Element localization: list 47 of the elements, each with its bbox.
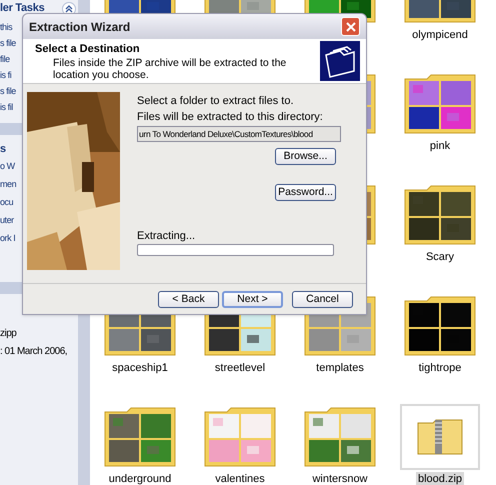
file-label[interactable]: blood.zip bbox=[416, 472, 464, 485]
file-label[interactable]: tightrope bbox=[416, 361, 464, 375]
sidebar-item[interactable]: s file bbox=[0, 38, 16, 49]
sidebar-item: zipp bbox=[0, 328, 16, 339]
file-label[interactable]: olympicend bbox=[410, 28, 470, 42]
folder-icon bbox=[103, 406, 177, 468]
sidebar-item: : 01 March 2006, bbox=[0, 346, 68, 357]
file-label[interactable]: valentines bbox=[213, 472, 267, 485]
file-label[interactable]: Scary bbox=[424, 250, 456, 264]
sidebar-item[interactable]: file bbox=[0, 54, 10, 65]
file-label[interactable]: pink bbox=[428, 139, 452, 153]
field-label: Files will be extracted to this directory: bbox=[137, 111, 324, 124]
file-label[interactable]: spaceship1 bbox=[110, 361, 170, 375]
wizard-subtitle: Files inside the ZIP archive will be extracted to the location you choose. bbox=[52, 57, 288, 82]
sidebar-item[interactable]: ork I bbox=[0, 233, 16, 244]
close-icon bbox=[346, 22, 356, 32]
directory-field[interactable]: urn To Wonderland Deluxe\CustomTextures\blood bbox=[137, 126, 341, 142]
sidebar-item[interactable]: men bbox=[0, 179, 16, 190]
sidebar-item[interactable]: this bbox=[0, 22, 12, 33]
back-button[interactable]: < Back bbox=[158, 290, 219, 308]
folder-icon bbox=[403, 295, 477, 357]
window-title: Extraction Wizard bbox=[29, 18, 130, 36]
close-button[interactable] bbox=[341, 17, 360, 36]
sidebar-item[interactable]: o W bbox=[0, 161, 15, 172]
next-button[interactable]: Next > bbox=[222, 290, 283, 308]
panel-title: s bbox=[0, 142, 6, 158]
folder-icon bbox=[203, 406, 277, 468]
prompt-text: Select a folder to extract files to. bbox=[137, 95, 295, 108]
zip-folder-icon bbox=[417, 419, 463, 455]
file-label[interactable]: templates bbox=[314, 361, 366, 375]
folder-icon bbox=[303, 406, 377, 468]
file-label[interactable]: wintersnow bbox=[310, 472, 370, 485]
sidebar-item[interactable]: uter bbox=[0, 215, 14, 226]
folder-icon bbox=[403, 73, 477, 135]
browse-button[interactable]: Browse... bbox=[275, 148, 336, 165]
folder-icon bbox=[403, 184, 477, 246]
progress-label: Extracting... bbox=[137, 230, 196, 243]
selected-icon-frame[interactable] bbox=[400, 404, 480, 470]
file-label[interactable]: underground bbox=[106, 472, 174, 485]
sidebar-item[interactable]: s file bbox=[0, 86, 16, 97]
sidebar-item[interactable]: ocu bbox=[0, 197, 14, 208]
wizard-heading: Select a Destination bbox=[35, 42, 141, 57]
sidebar-item[interactable]: is fi bbox=[0, 70, 12, 81]
file-label[interactable]: streetlevel bbox=[212, 361, 268, 375]
panel-title: ler Tasks bbox=[0, 1, 44, 16]
sidebar-item[interactable]: is fil bbox=[0, 102, 13, 113]
cancel-button[interactable]: Cancel bbox=[292, 290, 353, 308]
